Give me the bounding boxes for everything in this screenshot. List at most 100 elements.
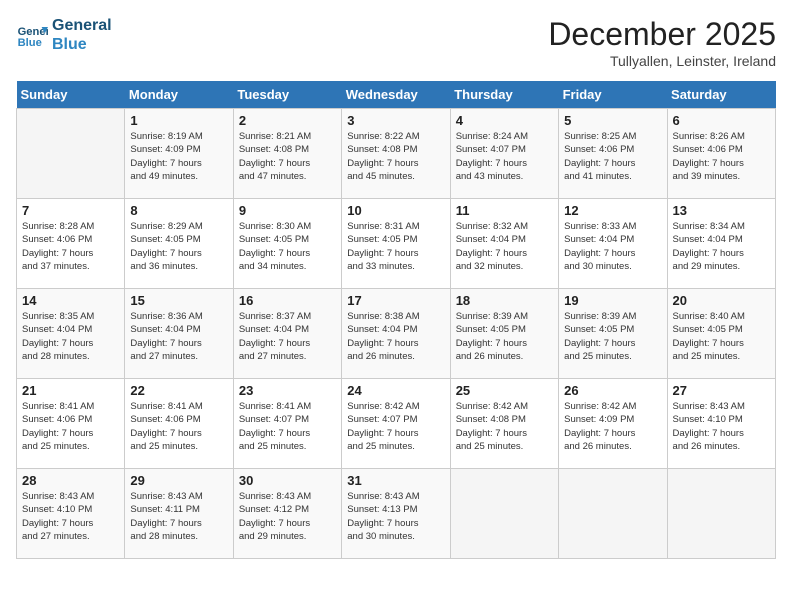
calendar-cell: 14 Sunrise: 8:35 AM Sunset: 4:04 PM Dayli…: [17, 289, 125, 379]
calendar-cell: [559, 469, 667, 559]
day-info: Sunrise: 8:24 AM Sunset: 4:07 PM Dayligh…: [456, 130, 553, 183]
day-number: 20: [673, 293, 770, 308]
day-info: Sunrise: 8:28 AM Sunset: 4:06 PM Dayligh…: [22, 220, 119, 273]
day-info: Sunrise: 8:42 AM Sunset: 4:07 PM Dayligh…: [347, 400, 444, 453]
location-subtitle: Tullyallen, Leinster, Ireland: [548, 53, 776, 69]
calendar-week-row: 21 Sunrise: 8:41 AM Sunset: 4:06 PM Dayli…: [17, 379, 776, 469]
calendar-cell: 16Sunrise: 8:37 AM Sunset: 4:04 PM Dayli…: [233, 289, 341, 379]
day-number: 29: [130, 473, 227, 488]
calendar-cell: 6 Sunrise: 8:26 AM Sunset: 4:06 PM Daylig…: [667, 109, 775, 199]
day-info: Sunrise: 8:36 AM Sunset: 4:04 PM Dayligh…: [130, 310, 227, 363]
day-info: Sunrise: 8:22 AM Sunset: 4:08 PM Dayligh…: [347, 130, 444, 183]
day-number: 11: [456, 203, 553, 218]
day-number: 8: [130, 203, 227, 218]
day-header-friday: Friday: [559, 81, 667, 109]
calendar-cell: 20Sunrise: 8:40 AM Sunset: 4:05 PM Dayli…: [667, 289, 775, 379]
day-info: Sunrise: 8:42 AM Sunset: 4:09 PM Dayligh…: [564, 400, 661, 453]
calendar-cell: 21 Sunrise: 8:41 AM Sunset: 4:06 PM Dayli…: [17, 379, 125, 469]
calendar-cell: 7 Sunrise: 8:28 AM Sunset: 4:06 PM Daylig…: [17, 199, 125, 289]
day-header-thursday: Thursday: [450, 81, 558, 109]
day-number: 4: [456, 113, 553, 128]
day-number: 6: [673, 113, 770, 128]
day-number: 17: [347, 293, 444, 308]
calendar-cell: 17 Sunrise: 8:38 AM Sunset: 4:04 PM Dayli…: [342, 289, 450, 379]
calendar-cell: 26 Sunrise: 8:42 AM Sunset: 4:09 PM Dayli…: [559, 379, 667, 469]
calendar-cell: 5Sunrise: 8:25 AM Sunset: 4:06 PM Daylig…: [559, 109, 667, 199]
calendar-cell: 31Sunrise: 8:43 AM Sunset: 4:13 PM Dayli…: [342, 469, 450, 559]
day-info: Sunrise: 8:43 AM Sunset: 4:13 PM Dayligh…: [347, 490, 444, 543]
calendar-cell: 29 Sunrise: 8:43 AM Sunset: 4:11 PM Dayli…: [125, 469, 233, 559]
day-number: 14: [22, 293, 119, 308]
day-info: Sunrise: 8:39 AM Sunset: 4:05 PM Dayligh…: [456, 310, 553, 363]
day-info: Sunrise: 8:39 AM Sunset: 4:05 PM Dayligh…: [564, 310, 661, 363]
calendar-cell: [667, 469, 775, 559]
day-info: Sunrise: 8:21 AM Sunset: 4:08 PM Dayligh…: [239, 130, 336, 183]
calendar-cell: 28Sunrise: 8:43 AM Sunset: 4:10 PM Dayli…: [17, 469, 125, 559]
calendar-cell: 8 Sunrise: 8:29 AM Sunset: 4:05 PM Daylig…: [125, 199, 233, 289]
day-info: Sunrise: 8:38 AM Sunset: 4:04 PM Dayligh…: [347, 310, 444, 363]
day-info: Sunrise: 8:34 AM Sunset: 4:04 PM Dayligh…: [673, 220, 770, 273]
day-number: 25: [456, 383, 553, 398]
calendar-cell: 12 Sunrise: 8:33 AM Sunset: 4:04 PM Dayli…: [559, 199, 667, 289]
calendar-week-row: 7 Sunrise: 8:28 AM Sunset: 4:06 PM Daylig…: [17, 199, 776, 289]
day-info: Sunrise: 8:31 AM Sunset: 4:05 PM Dayligh…: [347, 220, 444, 273]
day-number: 15: [130, 293, 227, 308]
day-info: Sunrise: 8:37 AM Sunset: 4:04 PM Dayligh…: [239, 310, 336, 363]
month-title: December 2025: [548, 16, 776, 53]
day-number: 9: [239, 203, 336, 218]
day-number: 7: [22, 203, 119, 218]
calendar-cell: 3 Sunrise: 8:22 AM Sunset: 4:08 PM Daylig…: [342, 109, 450, 199]
day-info: Sunrise: 8:43 AM Sunset: 4:12 PM Dayligh…: [239, 490, 336, 543]
calendar-cell: 30Sunrise: 8:43 AM Sunset: 4:12 PM Dayli…: [233, 469, 341, 559]
calendar-cell: 22 Sunrise: 8:41 AM Sunset: 4:06 PM Dayli…: [125, 379, 233, 469]
day-info: Sunrise: 8:43 AM Sunset: 4:11 PM Dayligh…: [130, 490, 227, 543]
calendar-cell: 13Sunrise: 8:34 AM Sunset: 4:04 PM Dayli…: [667, 199, 775, 289]
day-header-wednesday: Wednesday: [342, 81, 450, 109]
day-number: 10: [347, 203, 444, 218]
day-info: Sunrise: 8:33 AM Sunset: 4:04 PM Dayligh…: [564, 220, 661, 273]
day-number: 19: [564, 293, 661, 308]
calendar-cell: 15 Sunrise: 8:36 AM Sunset: 4:04 PM Dayli…: [125, 289, 233, 379]
logo-text-general: General: [52, 16, 112, 35]
page-header: General Blue General Blue December 2025 …: [16, 16, 776, 69]
day-number: 27: [673, 383, 770, 398]
calendar-cell: 9 Sunrise: 8:30 AM Sunset: 4:05 PM Daylig…: [233, 199, 341, 289]
calendar-cell: 27Sunrise: 8:43 AM Sunset: 4:10 PM Dayli…: [667, 379, 775, 469]
day-info: Sunrise: 8:41 AM Sunset: 4:06 PM Dayligh…: [130, 400, 227, 453]
calendar-header-row: SundayMondayTuesdayWednesdayThursdayFrid…: [17, 81, 776, 109]
day-info: Sunrise: 8:26 AM Sunset: 4:06 PM Dayligh…: [673, 130, 770, 183]
calendar-week-row: 1 Sunrise: 8:19 AM Sunset: 4:09 PM Daylig…: [17, 109, 776, 199]
day-info: Sunrise: 8:30 AM Sunset: 4:05 PM Dayligh…: [239, 220, 336, 273]
day-info: Sunrise: 8:19 AM Sunset: 4:09 PM Dayligh…: [130, 130, 227, 183]
calendar-cell: 4 Sunrise: 8:24 AM Sunset: 4:07 PM Daylig…: [450, 109, 558, 199]
title-block: December 2025 Tullyallen, Leinster, Irel…: [548, 16, 776, 69]
calendar-cell: 24Sunrise: 8:42 AM Sunset: 4:07 PM Dayli…: [342, 379, 450, 469]
day-number: 2: [239, 113, 336, 128]
day-info: Sunrise: 8:41 AM Sunset: 4:07 PM Dayligh…: [239, 400, 336, 453]
day-info: Sunrise: 8:41 AM Sunset: 4:06 PM Dayligh…: [22, 400, 119, 453]
day-number: 18: [456, 293, 553, 308]
day-number: 28: [22, 473, 119, 488]
day-info: Sunrise: 8:42 AM Sunset: 4:08 PM Dayligh…: [456, 400, 553, 453]
day-number: 5: [564, 113, 661, 128]
day-info: Sunrise: 8:32 AM Sunset: 4:04 PM Dayligh…: [456, 220, 553, 273]
calendar-week-row: 28Sunrise: 8:43 AM Sunset: 4:10 PM Dayli…: [17, 469, 776, 559]
day-number: 22: [130, 383, 227, 398]
calendar-cell: [17, 109, 125, 199]
day-header-monday: Monday: [125, 81, 233, 109]
calendar-cell: 2 Sunrise: 8:21 AM Sunset: 4:08 PM Daylig…: [233, 109, 341, 199]
day-number: 26: [564, 383, 661, 398]
day-info: Sunrise: 8:35 AM Sunset: 4:04 PM Dayligh…: [22, 310, 119, 363]
day-number: 3: [347, 113, 444, 128]
day-number: 12: [564, 203, 661, 218]
calendar-cell: 18 Sunrise: 8:39 AM Sunset: 4:05 PM Dayli…: [450, 289, 558, 379]
logo: General Blue General Blue: [16, 16, 112, 54]
day-header-saturday: Saturday: [667, 81, 775, 109]
calendar-cell: 11 Sunrise: 8:32 AM Sunset: 4:04 PM Dayli…: [450, 199, 558, 289]
day-number: 21: [22, 383, 119, 398]
calendar-cell: 19 Sunrise: 8:39 AM Sunset: 4:05 PM Dayli…: [559, 289, 667, 379]
calendar-cell: 1 Sunrise: 8:19 AM Sunset: 4:09 PM Daylig…: [125, 109, 233, 199]
logo-text-blue: Blue: [52, 35, 112, 54]
day-info: Sunrise: 8:29 AM Sunset: 4:05 PM Dayligh…: [130, 220, 227, 273]
day-number: 1: [130, 113, 227, 128]
